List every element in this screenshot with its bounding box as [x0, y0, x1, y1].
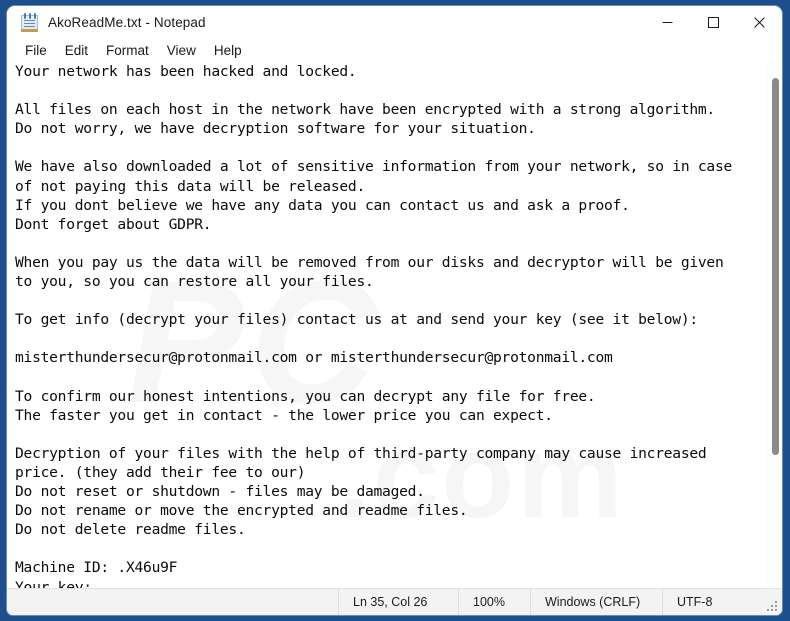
editor-area: PC .com Your network has been hacked and… — [7, 62, 782, 588]
menu-item-help[interactable]: Help — [205, 41, 251, 60]
minimize-button[interactable] — [644, 6, 690, 39]
status-cursor-position[interactable]: Ln 35, Col 26 — [338, 589, 458, 615]
text-editor[interactable]: PC .com Your network has been hacked and… — [7, 62, 767, 588]
notepad-icon — [21, 13, 38, 32]
notepad-icon-rings — [22, 13, 37, 19]
menu-item-format[interactable]: Format — [97, 41, 158, 60]
menu-item-file[interactable]: File — [16, 41, 56, 60]
maximize-button[interactable] — [690, 6, 736, 39]
vertical-scrollbar-thumb[interactable] — [772, 78, 779, 455]
vertical-scrollbar[interactable] — [767, 62, 782, 588]
desktop-background: AkoReadMe.txt - Notepad File Edit Format… — [0, 0, 790, 621]
resize-grip-icon[interactable] — [767, 601, 778, 612]
status-line-endings[interactable]: Windows (CRLF) — [530, 589, 662, 615]
maximize-icon — [707, 17, 719, 28]
close-icon — [753, 17, 765, 28]
notepad-window: AkoReadMe.txt - Notepad File Edit Format… — [7, 6, 782, 615]
menu-bar: File Edit Format View Help — [7, 39, 782, 62]
menu-item-edit[interactable]: Edit — [56, 41, 97, 60]
title-bar[interactable]: AkoReadMe.txt - Notepad — [7, 6, 782, 39]
notepad-icon-base — [21, 29, 38, 32]
close-button[interactable] — [736, 6, 782, 39]
menu-item-view[interactable]: View — [158, 41, 205, 60]
status-encoding[interactable]: UTF-8 — [662, 589, 782, 615]
minimize-icon — [662, 22, 672, 23]
status-bar: Ln 35, Col 26 100% Windows (CRLF) UTF-8 — [7, 588, 782, 615]
status-zoom-level[interactable]: 100% — [458, 589, 530, 615]
window-title: AkoReadMe.txt - Notepad — [48, 15, 206, 30]
window-controls — [644, 6, 782, 39]
document-text[interactable]: Your network has been hacked and locked.… — [15, 62, 767, 588]
notepad-icon-lines — [24, 20, 35, 29]
